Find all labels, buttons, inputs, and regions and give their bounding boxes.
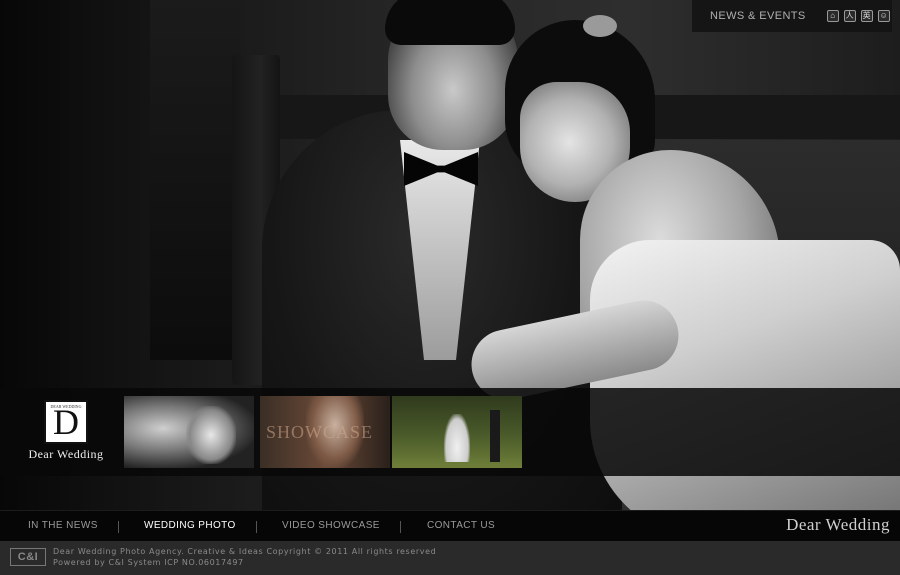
main-nav: IN THE NEWS WEDDING PHOTO VIDEO SHOWCASE…	[0, 510, 900, 541]
footer-logo: C&I	[10, 548, 46, 566]
logo-letter: D	[53, 402, 79, 442]
logo-small-text: DEAR WEDDING	[50, 404, 82, 409]
nav-contact-us[interactable]: CONTACT US	[427, 520, 495, 531]
thumbnail-label: SHOWCASE	[266, 422, 374, 442]
nav-divider	[118, 521, 119, 533]
nav-wedding-photo[interactable]: WEDDING PHOTO	[144, 520, 236, 531]
news-bar: NEWS & EVENTS ⌂ 人 英 ☺	[692, 0, 892, 32]
home-icon[interactable]: ⌂	[826, 10, 839, 22]
nav-in-the-news[interactable]: IN THE NEWS	[28, 520, 98, 531]
powered-by-text: Powered by C&I System ICP NO.06017497	[53, 558, 244, 567]
thumbnail-couple-portrait[interactable]	[124, 396, 254, 468]
groom-hair	[385, 0, 515, 45]
footer: C&I Dear Wedding Photo Agency. Creative …	[0, 541, 900, 575]
logo-caption: Dear Wedding	[28, 447, 104, 461]
contact-icon[interactable]: ☺	[877, 10, 890, 22]
nav-divider	[256, 521, 257, 533]
news-events-link[interactable]: NEWS & EVENTS	[710, 10, 806, 22]
nav-divider	[400, 521, 401, 533]
logo-mark: DEAR WEDDING D	[44, 400, 88, 444]
nav-brand-wordmark: Dear Wedding	[786, 515, 890, 534]
copyright-text: Dear Wedding Photo Agency. Creative & Id…	[53, 547, 437, 556]
thumbnail-showcase[interactable]: SHOWCASE	[260, 396, 390, 468]
header-icons: ⌂ 人 英 ☺	[826, 10, 890, 22]
thumbnail-strip: DEAR WEDDING D Dear Wedding SHOWCASE	[0, 388, 900, 476]
background-window	[150, 0, 240, 360]
language-icon[interactable]: 英	[860, 10, 873, 22]
nav-video-showcase[interactable]: VIDEO SHOWCASE	[282, 520, 380, 531]
site-logo[interactable]: DEAR WEDDING D Dear Wedding	[20, 400, 112, 464]
person-icon[interactable]: 人	[843, 10, 856, 22]
bride-hair-flower	[583, 15, 617, 37]
thumbnail-outdoor[interactable]	[392, 396, 522, 468]
